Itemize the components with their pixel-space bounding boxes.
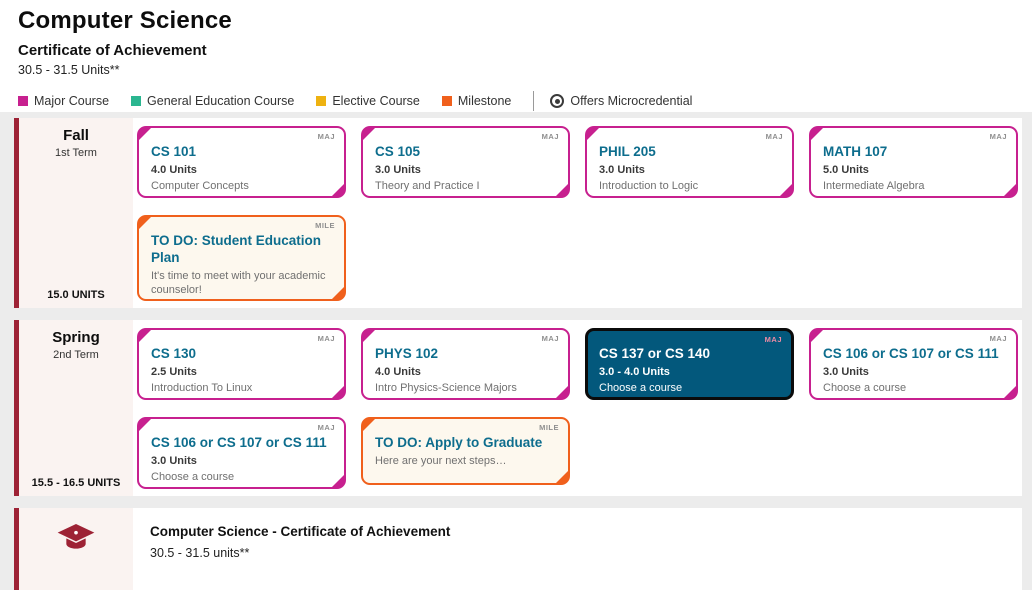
course-title: CS 105	[375, 143, 558, 160]
legend-item-major: Major Course	[18, 94, 109, 108]
card-row: MAJ CS 106 or CS 107 or CS 111 3.0 Units…	[137, 417, 1032, 489]
course-card-cs106-107-111[interactable]: MAJ CS 106 or CS 107 or CS 111 3.0 Units…	[809, 328, 1018, 400]
course-description: Choose a course	[823, 381, 1006, 395]
course-units: 3.0 Units	[375, 164, 558, 176]
award-icon-column	[19, 508, 133, 590]
course-units: 3.0 Units	[823, 366, 1006, 378]
term-row-spring: Spring 2nd Term 15.5 - 16.5 UNITS MAJ CS…	[14, 320, 1022, 496]
page-title: Computer Science	[18, 7, 1014, 35]
course-description: Introduction to Logic	[599, 179, 782, 193]
legend-item-elective: Elective Course	[316, 94, 420, 108]
legend-item-microcredential: Offers Microcredential	[550, 94, 692, 108]
course-units: 3.0 Units	[599, 164, 782, 176]
course-description: Intro Physics-Science Majors	[375, 381, 558, 395]
course-title: CS 101	[151, 143, 334, 160]
award-title: Computer Science - Certificate of Achiev…	[150, 524, 1022, 539]
course-card-cs106-107-111[interactable]: MAJ CS 106 or CS 107 or CS 111 3.0 Units…	[137, 417, 346, 489]
program-header: Computer Science Certificate of Achievem…	[0, 0, 1032, 112]
card-row: MAJ CS 101 4.0 Units Computer Concepts M…	[137, 126, 1032, 198]
term-units-total: 15.5 - 16.5 UNITS	[19, 477, 133, 489]
card-type-tag: MAJ	[766, 132, 783, 141]
milestone-swatch	[442, 96, 452, 106]
card-type-tag: MAJ	[318, 334, 335, 343]
legend-label: Milestone	[458, 94, 512, 108]
legend-item-milestone: Milestone	[442, 94, 512, 108]
card-type-tag: MILE	[315, 221, 335, 230]
term-row-fall: Fall 1st Term 15.0 UNITS MAJ CS 101 4.0 …	[14, 118, 1022, 308]
course-title: MATH 107	[823, 143, 1006, 160]
card-type-tag: MAJ	[990, 334, 1007, 343]
course-title: PHYS 102	[375, 345, 558, 362]
legend-label: Major Course	[34, 94, 109, 108]
card-type-tag: MAJ	[318, 132, 335, 141]
legend-label: Offers Microcredential	[570, 94, 692, 108]
course-card-cs130[interactable]: MAJ CS 130 2.5 Units Introduction To Lin…	[137, 328, 346, 400]
course-title: CS 106 or CS 107 or CS 111	[823, 345, 1006, 362]
course-description: Choose a course	[151, 470, 334, 484]
term-label-column: Spring 2nd Term 15.5 - 16.5 UNITS	[19, 320, 133, 496]
milestone-title: TO DO: Apply to Graduate	[375, 434, 558, 451]
course-title: PHIL 205	[599, 143, 782, 160]
elective-course-swatch	[316, 96, 326, 106]
milestone-title: TO DO: Student Education Plan	[151, 232, 334, 266]
card-row: MILE TO DO: Student Education Plan It's …	[137, 215, 1032, 301]
term-name: Fall	[19, 127, 133, 144]
major-course-swatch	[18, 96, 28, 106]
course-description: Theory and Practice I	[375, 179, 558, 193]
course-units: 5.0 Units	[823, 164, 1006, 176]
graduation-cap-icon	[56, 522, 96, 556]
course-card-math107[interactable]: MAJ MATH 107 5.0 Units Intermediate Alge…	[809, 126, 1018, 198]
course-description: Choose a course	[599, 381, 782, 395]
card-type-tag: MILE	[539, 423, 559, 432]
course-description: Intermediate Algebra	[823, 179, 1006, 193]
card-type-tag: MAJ	[542, 334, 559, 343]
course-units: 4.0 Units	[375, 366, 558, 378]
course-description: Introduction To Linux	[151, 381, 334, 395]
card-type-tag: MAJ	[765, 335, 782, 344]
course-card-phys102[interactable]: MAJ PHYS 102 4.0 Units Intro Physics-Sci…	[361, 328, 570, 400]
card-type-tag: MAJ	[990, 132, 1007, 141]
term-name: Spring	[19, 329, 133, 346]
page-subtitle: Certificate of Achievement	[18, 42, 1014, 59]
card-type-tag: MAJ	[542, 132, 559, 141]
term-cards-area: MAJ CS 130 2.5 Units Introduction To Lin…	[133, 320, 1032, 496]
card-type-tag: MAJ	[318, 423, 335, 432]
milestone-card-apply-to-graduate[interactable]: MILE TO DO: Apply to Graduate Here are y…	[361, 417, 570, 485]
microcredential-icon	[550, 94, 564, 108]
course-card-cs101[interactable]: MAJ CS 101 4.0 Units Computer Concepts	[137, 126, 346, 198]
award-units: 30.5 - 31.5 units**	[150, 546, 1022, 560]
legend-label: Elective Course	[332, 94, 420, 108]
course-units: 3.0 - 4.0 Units	[599, 366, 782, 378]
pathway-content: Fall 1st Term 15.0 UNITS MAJ CS 101 4.0 …	[0, 112, 1032, 590]
term-units-total: 15.0 UNITS	[19, 289, 133, 301]
card-row: MAJ CS 130 2.5 Units Introduction To Lin…	[137, 328, 1032, 400]
legend-item-general-education: General Education Course	[131, 94, 294, 108]
award-summary: Computer Science - Certificate of Achiev…	[133, 508, 1022, 590]
general-education-swatch	[131, 96, 141, 106]
term-label-column: Fall 1st Term 15.0 UNITS	[19, 118, 133, 308]
course-title: CS 137 or CS 140	[599, 345, 782, 362]
course-units: 4.0 Units	[151, 164, 334, 176]
term-ordinal: 2nd Term	[19, 349, 133, 361]
course-title: CS 106 or CS 107 or CS 111	[151, 434, 334, 451]
course-card-cs137-or-cs140-selected[interactable]: MAJ CS 137 or CS 140 3.0 - 4.0 Units Cho…	[585, 328, 794, 400]
program-units: 30.5 - 31.5 Units**	[18, 63, 1014, 77]
award-row: Computer Science - Certificate of Achiev…	[14, 508, 1022, 590]
course-description: Computer Concepts	[151, 179, 334, 193]
milestone-description: Here are your next steps…	[375, 454, 558, 468]
legend: Major Course General Education Course El…	[18, 91, 1014, 111]
course-units: 3.0 Units	[151, 455, 334, 467]
milestone-card-student-education-plan[interactable]: MILE TO DO: Student Education Plan It's …	[137, 215, 346, 301]
legend-divider	[533, 91, 534, 111]
course-card-cs105[interactable]: MAJ CS 105 3.0 Units Theory and Practice…	[361, 126, 570, 198]
term-ordinal: 1st Term	[19, 147, 133, 159]
course-card-phil205[interactable]: MAJ PHIL 205 3.0 Units Introduction to L…	[585, 126, 794, 198]
course-title: CS 130	[151, 345, 334, 362]
term-cards-area: MAJ CS 101 4.0 Units Computer Concepts M…	[133, 118, 1032, 308]
legend-label: General Education Course	[147, 94, 294, 108]
course-units: 2.5 Units	[151, 366, 334, 378]
milestone-description: It's time to meet with your academic cou…	[151, 269, 334, 297]
